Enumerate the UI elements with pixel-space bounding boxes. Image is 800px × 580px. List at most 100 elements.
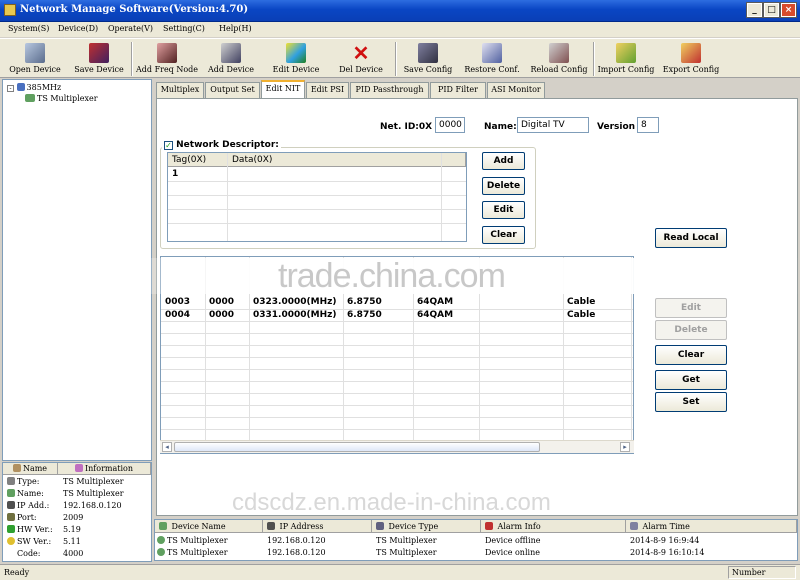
log-header-device-type[interactable]: Device Type: [372, 520, 481, 533]
device-info-panel: Name Information Type: TS Multiplexer Nam…: [2, 462, 152, 562]
delete-device-button[interactable]: ✕ Del Device: [335, 41, 387, 77]
save-device-button[interactable]: Save Device: [72, 41, 126, 77]
set-button[interactable]: Set: [655, 392, 727, 412]
name-label: Name:: [484, 122, 517, 132]
delete-icon: ✕: [352, 41, 370, 65]
save-device-icon: [89, 43, 109, 63]
tab-multiplex[interactable]: Multiplex: [156, 82, 204, 98]
tree-node-device[interactable]: TS Multiplexer: [25, 94, 98, 103]
info-header-name[interactable]: Name: [3, 463, 58, 475]
get-button[interactable]: Get: [655, 370, 727, 390]
tab-pid-filter[interactable]: PID Filter: [430, 82, 486, 98]
device-status-icon: [157, 536, 165, 544]
info-row-port: Port: 2009: [3, 512, 151, 524]
tab-pid-passthrough[interactable]: PID Passthrough: [350, 82, 429, 98]
alarm-log-table: Device Name IP Address Device Type Alarm…: [154, 519, 798, 561]
add-freq-node-icon: [157, 43, 177, 63]
restore-config-button[interactable]: Restore Conf.: [462, 41, 522, 77]
tab-edit-psi[interactable]: Edit PSI: [306, 82, 349, 98]
tab-output-set[interactable]: Output Set: [205, 82, 260, 98]
device-status-icon: [157, 548, 165, 556]
descriptor-table: Tag(0X) Data(0X) 1: [167, 152, 467, 242]
delete-button[interactable]: Delete: [655, 320, 727, 340]
export-config-button[interactable]: Export Config: [661, 41, 721, 77]
info-header-information[interactable]: Information: [58, 463, 151, 475]
edit-device-icon: [286, 43, 306, 63]
scroll-left-icon[interactable]: ◂: [162, 442, 172, 452]
tab-asi-monitor[interactable]: ASI Monitor: [487, 82, 545, 98]
edit-device-button[interactable]: Edit Device: [268, 41, 324, 77]
read-local-button[interactable]: Read Local: [655, 228, 727, 248]
network-descriptor-checkbox-row[interactable]: ✓ Network Descriptor:: [162, 140, 281, 150]
import-config-button[interactable]: Import Config: [597, 41, 655, 77]
clock-icon: [630, 522, 638, 530]
column-header-data[interactable]: Data(0X): [228, 153, 442, 167]
network-name-field[interactable]: Digital TV: [517, 117, 589, 133]
port-icon: [7, 513, 15, 521]
column-header-tag[interactable]: Tag(0X): [168, 153, 228, 167]
menu-operate[interactable]: Operate(V): [108, 24, 153, 33]
open-device-button[interactable]: Open Device: [8, 41, 62, 77]
name-icon: [7, 489, 15, 497]
open-device-icon: [25, 43, 45, 63]
version-field[interactable]: 8: [637, 117, 659, 133]
hardware-icon: [7, 525, 15, 533]
collapse-icon[interactable]: -: [7, 85, 14, 92]
descriptor-add-button[interactable]: Add: [482, 152, 525, 170]
maximize-button[interactable]: □: [763, 2, 780, 18]
checkbox-check-icon[interactable]: ✓: [164, 141, 173, 150]
toolbar: Open Device Save Device Add Freq Node Ad…: [0, 38, 800, 78]
info-row-hw-version: HW Ver.: 5.19: [3, 524, 151, 536]
info-row-name: Name: TS Multiplexer: [3, 488, 151, 500]
menu-device[interactable]: Device(D): [58, 24, 98, 33]
menu-bar: System(S) Device(D) Operate(V) Setting(C…: [0, 22, 800, 37]
menu-system[interactable]: System(S): [8, 24, 49, 33]
add-device-icon: [221, 43, 241, 63]
watermark-band: [130, 258, 800, 294]
type-icon: [7, 477, 15, 485]
edit-button[interactable]: Edit: [655, 298, 727, 318]
restore-config-icon: [482, 43, 502, 63]
information-column-icon: [74, 464, 83, 472]
descriptor-delete-button[interactable]: Delete: [482, 177, 525, 195]
menu-help[interactable]: Help(H): [219, 24, 252, 33]
reload-config-button[interactable]: Reload Config: [528, 41, 590, 77]
net-id-field[interactable]: 0000: [435, 117, 465, 133]
save-config-icon: [418, 43, 438, 63]
log-header-alarm-info[interactable]: Alarm Info: [481, 520, 626, 533]
horizontal-scrollbar[interactable]: ◂ ▸: [160, 440, 634, 453]
add-freq-node-button[interactable]: Add Freq Node: [136, 41, 198, 77]
log-header-alarm-time[interactable]: Alarm Time: [626, 520, 797, 533]
clear-button[interactable]: Clear: [655, 345, 727, 365]
device-type-column-icon: [376, 522, 384, 530]
device-name-column-icon: [159, 522, 167, 530]
log-header-device-name[interactable]: Device Name: [155, 520, 263, 533]
scroll-thumb[interactable]: [174, 442, 540, 452]
descriptor-clear-button[interactable]: Clear: [482, 226, 525, 244]
minimize-button[interactable]: _: [746, 2, 763, 18]
status-text: Ready: [4, 568, 30, 577]
status-number: Number: [728, 566, 796, 579]
scroll-right-icon[interactable]: ▸: [620, 442, 630, 452]
save-config-button[interactable]: Save Config: [402, 41, 454, 77]
tab-edit-nit[interactable]: Edit NIT: [261, 80, 305, 99]
descriptor-row-tag[interactable]: 1: [172, 169, 178, 179]
status-bar: Ready Number: [0, 564, 800, 580]
menu-setting[interactable]: Setting(C): [163, 24, 205, 33]
info-row-type: Type: TS Multiplexer: [3, 476, 151, 488]
descriptor-edit-button[interactable]: Edit: [482, 201, 525, 219]
app-icon: [4, 4, 16, 16]
import-config-icon: [616, 43, 636, 63]
tree-node-frequency[interactable]: - 385MHz: [7, 83, 61, 92]
export-config-icon: [681, 43, 701, 63]
info-row-code: Code: 4000: [17, 549, 84, 558]
alarm-icon: [485, 522, 493, 530]
device-node-icon: [25, 94, 35, 102]
close-button[interactable]: ×: [780, 2, 797, 18]
window-title: Network Manage Software(Version:4.70): [20, 4, 249, 15]
info-row-ip: IP Add.: 192.168.0.120: [3, 500, 151, 512]
version-label: Version: [597, 122, 636, 132]
net-id-label: Net. ID:0X: [380, 122, 433, 132]
log-header-ip[interactable]: IP Address: [263, 520, 372, 533]
add-device-button[interactable]: Add Device: [204, 41, 258, 77]
